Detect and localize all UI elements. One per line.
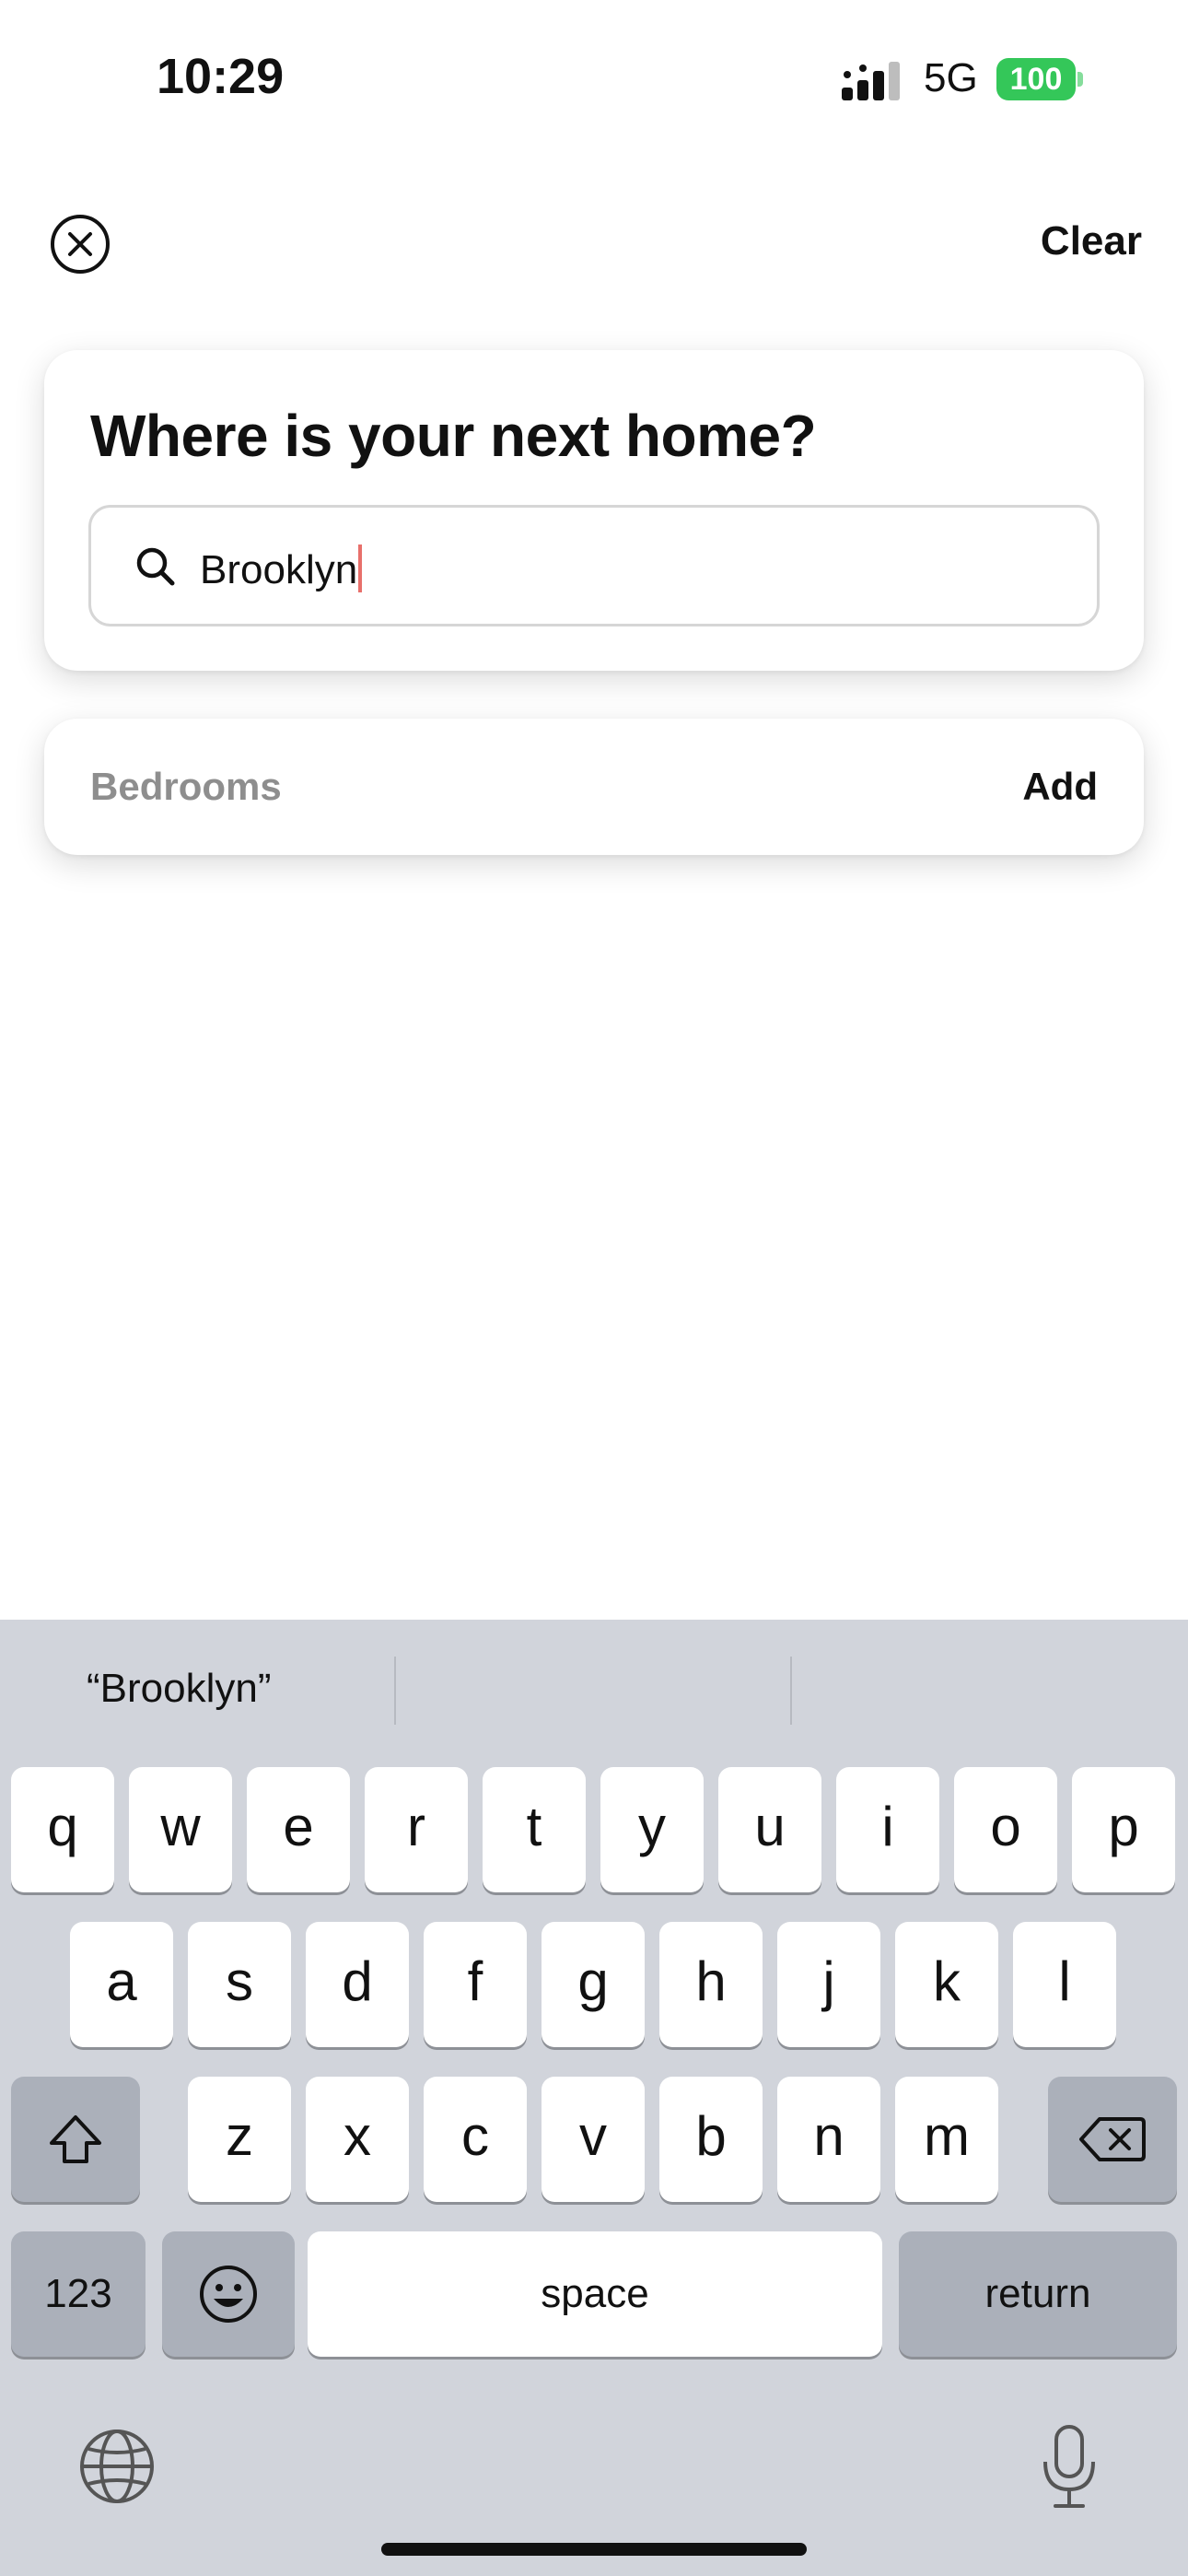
- key-a[interactable]: a: [70, 1922, 173, 2047]
- key-f[interactable]: f: [424, 1922, 527, 2047]
- emoji-key[interactable]: [162, 2231, 295, 2357]
- bedrooms-label: Bedrooms: [90, 765, 282, 808]
- key-u[interactable]: u: [718, 1767, 821, 1892]
- bedrooms-add-button[interactable]: Add: [1022, 765, 1098, 809]
- battery-nub: [1077, 72, 1083, 87]
- battery-indicator: 100: [996, 58, 1083, 100]
- key-m[interactable]: m: [895, 2077, 998, 2202]
- key-z[interactable]: z: [188, 2077, 291, 2202]
- emoji-icon: [200, 2266, 257, 2323]
- key-e[interactable]: e: [247, 1767, 350, 1892]
- key-r[interactable]: r: [365, 1767, 468, 1892]
- key-s[interactable]: s: [188, 1922, 291, 2047]
- search-input-value: Brooklyn: [200, 547, 358, 592]
- key-l[interactable]: l: [1013, 1922, 1116, 2047]
- key-h[interactable]: h: [659, 1922, 763, 2047]
- bedrooms-card[interactable]: Bedrooms Add: [44, 719, 1144, 855]
- key-g[interactable]: g: [542, 1922, 645, 2047]
- text-caret: [358, 544, 363, 592]
- key-x[interactable]: x: [306, 2077, 409, 2202]
- key-i[interactable]: i: [836, 1767, 939, 1892]
- key-y[interactable]: y: [600, 1767, 704, 1892]
- key-n[interactable]: n: [777, 2077, 880, 2202]
- key-d[interactable]: d: [306, 1922, 409, 2047]
- key-o[interactable]: o: [954, 1767, 1057, 1892]
- battery-level: 100: [996, 58, 1076, 100]
- location-search-input[interactable]: Brooklyn: [88, 505, 1100, 626]
- suggestion-item[interactable]: “Brooklyn”: [87, 1666, 272, 1712]
- home-indicator: [381, 2543, 807, 2556]
- location-title: Where is your next home?: [90, 403, 817, 469]
- shift-key[interactable]: [11, 2077, 140, 2202]
- key-k[interactable]: k: [895, 1922, 998, 2047]
- shift-icon: [50, 2115, 101, 2163]
- key-j[interactable]: j: [777, 1922, 880, 2047]
- key-q[interactable]: q: [11, 1767, 114, 1892]
- suggestion-divider: [394, 1657, 396, 1725]
- key-b[interactable]: b: [659, 2077, 763, 2202]
- clear-button[interactable]: Clear: [1041, 218, 1142, 264]
- key-w[interactable]: w: [129, 1767, 232, 1892]
- screen: 10:29 5G 100 Clear Where is your next ho…: [0, 0, 1188, 2576]
- return-key[interactable]: return: [899, 2231, 1177, 2357]
- key-c[interactable]: c: [424, 2077, 527, 2202]
- location-card: Where is your next home? Brooklyn: [44, 350, 1144, 671]
- key-t[interactable]: t: [483, 1767, 586, 1892]
- numbers-key[interactable]: 123: [11, 2231, 146, 2357]
- microphone-icon[interactable]: [1041, 2423, 1098, 2512]
- suggestion-bar: “Brooklyn”: [0, 1620, 1188, 1758]
- suggestion-divider: [790, 1657, 792, 1725]
- status-time: 10:29: [157, 49, 285, 104]
- close-circle-icon[interactable]: [50, 214, 111, 275]
- delete-backspace-icon: [1079, 2117, 1146, 2161]
- globe-icon[interactable]: [77, 2427, 157, 2506]
- search-input-value-wrap: Brooklyn: [200, 544, 363, 593]
- key-p[interactable]: p: [1072, 1767, 1175, 1892]
- search-icon: [136, 547, 175, 586]
- space-key[interactable]: space: [308, 2231, 882, 2357]
- network-type: 5G: [924, 55, 978, 100]
- delete-key[interactable]: [1048, 2077, 1177, 2202]
- key-v[interactable]: v: [542, 2077, 645, 2202]
- signal-bars-icon: [842, 62, 900, 100]
